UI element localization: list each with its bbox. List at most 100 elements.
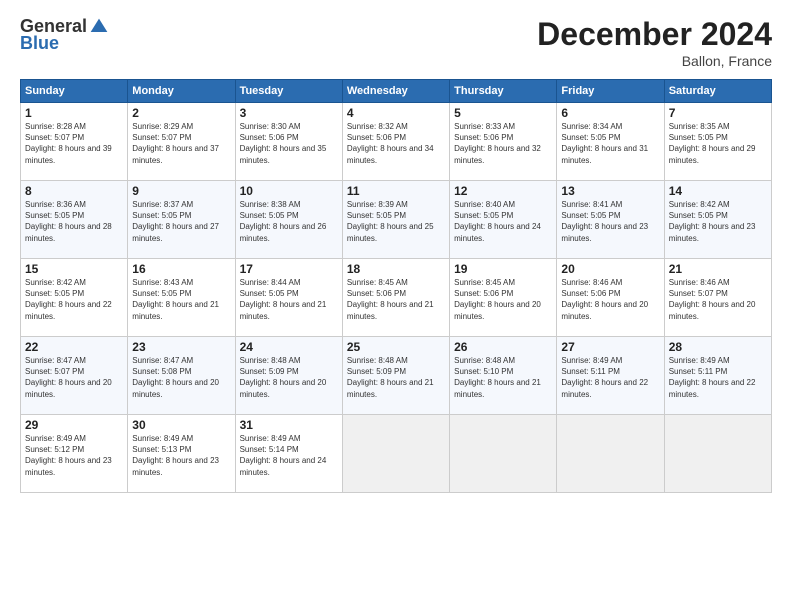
table-row: 12Sunrise: 8:40 AMSunset: 5:05 PMDayligh… (450, 181, 557, 259)
day-info: Sunrise: 8:48 AMSunset: 5:09 PMDaylight:… (240, 355, 338, 400)
day-info: Sunrise: 8:49 AMSunset: 5:11 PMDaylight:… (669, 355, 767, 400)
day-info: Sunrise: 8:42 AMSunset: 5:05 PMDaylight:… (25, 277, 123, 322)
day-info: Sunrise: 8:39 AMSunset: 5:05 PMDaylight:… (347, 199, 445, 244)
table-row: 30Sunrise: 8:49 AMSunset: 5:13 PMDayligh… (128, 415, 235, 493)
day-number: 1 (25, 106, 123, 120)
day-info: Sunrise: 8:36 AMSunset: 5:05 PMDaylight:… (25, 199, 123, 244)
header: General Blue December 2024 Ballon, Franc… (20, 16, 772, 69)
day-number: 17 (240, 262, 338, 276)
table-row: 8Sunrise: 8:36 AMSunset: 5:05 PMDaylight… (21, 181, 128, 259)
table-row: 2Sunrise: 8:29 AMSunset: 5:07 PMDaylight… (128, 103, 235, 181)
col-monday: Monday (128, 80, 235, 103)
table-row: 11Sunrise: 8:39 AMSunset: 5:05 PMDayligh… (342, 181, 449, 259)
day-info: Sunrise: 8:30 AMSunset: 5:06 PMDaylight:… (240, 121, 338, 166)
table-row: 17Sunrise: 8:44 AMSunset: 5:05 PMDayligh… (235, 259, 342, 337)
day-info: Sunrise: 8:44 AMSunset: 5:05 PMDaylight:… (240, 277, 338, 322)
table-row (664, 415, 771, 493)
table-row: 3Sunrise: 8:30 AMSunset: 5:06 PMDaylight… (235, 103, 342, 181)
day-info: Sunrise: 8:42 AMSunset: 5:05 PMDaylight:… (669, 199, 767, 244)
day-info: Sunrise: 8:47 AMSunset: 5:08 PMDaylight:… (132, 355, 230, 400)
table-row: 5Sunrise: 8:33 AMSunset: 5:06 PMDaylight… (450, 103, 557, 181)
table-row: 22Sunrise: 8:47 AMSunset: 5:07 PMDayligh… (21, 337, 128, 415)
table-row: 1Sunrise: 8:28 AMSunset: 5:07 PMDaylight… (21, 103, 128, 181)
day-number: 19 (454, 262, 552, 276)
day-info: Sunrise: 8:33 AMSunset: 5:06 PMDaylight:… (454, 121, 552, 166)
day-number: 28 (669, 340, 767, 354)
day-info: Sunrise: 8:49 AMSunset: 5:11 PMDaylight:… (561, 355, 659, 400)
day-info: Sunrise: 8:48 AMSunset: 5:10 PMDaylight:… (454, 355, 552, 400)
table-row: 19Sunrise: 8:45 AMSunset: 5:06 PMDayligh… (450, 259, 557, 337)
table-row: 20Sunrise: 8:46 AMSunset: 5:06 PMDayligh… (557, 259, 664, 337)
day-number: 25 (347, 340, 445, 354)
col-friday: Friday (557, 80, 664, 103)
location: Ballon, France (537, 53, 772, 69)
table-row: 24Sunrise: 8:48 AMSunset: 5:09 PMDayligh… (235, 337, 342, 415)
table-row: 9Sunrise: 8:37 AMSunset: 5:05 PMDaylight… (128, 181, 235, 259)
table-row: 7Sunrise: 8:35 AMSunset: 5:05 PMDaylight… (664, 103, 771, 181)
table-row: 23Sunrise: 8:47 AMSunset: 5:08 PMDayligh… (128, 337, 235, 415)
table-row: 27Sunrise: 8:49 AMSunset: 5:11 PMDayligh… (557, 337, 664, 415)
table-row: 28Sunrise: 8:49 AMSunset: 5:11 PMDayligh… (664, 337, 771, 415)
table-row: 10Sunrise: 8:38 AMSunset: 5:05 PMDayligh… (235, 181, 342, 259)
day-number: 31 (240, 418, 338, 432)
day-number: 30 (132, 418, 230, 432)
calendar-row: 29Sunrise: 8:49 AMSunset: 5:12 PMDayligh… (21, 415, 772, 493)
day-info: Sunrise: 8:43 AMSunset: 5:05 PMDaylight:… (132, 277, 230, 322)
day-number: 15 (25, 262, 123, 276)
day-number: 16 (132, 262, 230, 276)
logo-blue: Blue (20, 33, 59, 54)
day-number: 24 (240, 340, 338, 354)
col-sunday: Sunday (21, 80, 128, 103)
table-row: 13Sunrise: 8:41 AMSunset: 5:05 PMDayligh… (557, 181, 664, 259)
day-info: Sunrise: 8:47 AMSunset: 5:07 PMDaylight:… (25, 355, 123, 400)
table-row: 15Sunrise: 8:42 AMSunset: 5:05 PMDayligh… (21, 259, 128, 337)
day-number: 5 (454, 106, 552, 120)
day-number: 14 (669, 184, 767, 198)
table-row: 21Sunrise: 8:46 AMSunset: 5:07 PMDayligh… (664, 259, 771, 337)
day-number: 29 (25, 418, 123, 432)
page: General Blue December 2024 Ballon, Franc… (0, 0, 792, 612)
day-info: Sunrise: 8:45 AMSunset: 5:06 PMDaylight:… (454, 277, 552, 322)
calendar-row: 15Sunrise: 8:42 AMSunset: 5:05 PMDayligh… (21, 259, 772, 337)
day-number: 10 (240, 184, 338, 198)
calendar-row: 1Sunrise: 8:28 AMSunset: 5:07 PMDaylight… (21, 103, 772, 181)
calendar-row: 8Sunrise: 8:36 AMSunset: 5:05 PMDaylight… (21, 181, 772, 259)
day-info: Sunrise: 8:49 AMSunset: 5:14 PMDaylight:… (240, 433, 338, 478)
col-thursday: Thursday (450, 80, 557, 103)
day-info: Sunrise: 8:46 AMSunset: 5:07 PMDaylight:… (669, 277, 767, 322)
day-number: 22 (25, 340, 123, 354)
day-info: Sunrise: 8:46 AMSunset: 5:06 PMDaylight:… (561, 277, 659, 322)
day-info: Sunrise: 8:37 AMSunset: 5:05 PMDaylight:… (132, 199, 230, 244)
day-number: 8 (25, 184, 123, 198)
day-number: 21 (669, 262, 767, 276)
day-number: 23 (132, 340, 230, 354)
logo-icon (89, 17, 109, 37)
day-info: Sunrise: 8:38 AMSunset: 5:05 PMDaylight:… (240, 199, 338, 244)
table-row (557, 415, 664, 493)
day-number: 20 (561, 262, 659, 276)
col-wednesday: Wednesday (342, 80, 449, 103)
day-number: 3 (240, 106, 338, 120)
day-info: Sunrise: 8:32 AMSunset: 5:06 PMDaylight:… (347, 121, 445, 166)
calendar-row: 22Sunrise: 8:47 AMSunset: 5:07 PMDayligh… (21, 337, 772, 415)
day-number: 13 (561, 184, 659, 198)
table-row: 29Sunrise: 8:49 AMSunset: 5:12 PMDayligh… (21, 415, 128, 493)
col-saturday: Saturday (664, 80, 771, 103)
table-row: 6Sunrise: 8:34 AMSunset: 5:05 PMDaylight… (557, 103, 664, 181)
day-info: Sunrise: 8:29 AMSunset: 5:07 PMDaylight:… (132, 121, 230, 166)
day-number: 12 (454, 184, 552, 198)
day-number: 26 (454, 340, 552, 354)
table-row: 25Sunrise: 8:48 AMSunset: 5:09 PMDayligh… (342, 337, 449, 415)
day-number: 4 (347, 106, 445, 120)
day-info: Sunrise: 8:40 AMSunset: 5:05 PMDaylight:… (454, 199, 552, 244)
table-row: 4Sunrise: 8:32 AMSunset: 5:06 PMDaylight… (342, 103, 449, 181)
table-row: 31Sunrise: 8:49 AMSunset: 5:14 PMDayligh… (235, 415, 342, 493)
table-row (450, 415, 557, 493)
table-row: 14Sunrise: 8:42 AMSunset: 5:05 PMDayligh… (664, 181, 771, 259)
calendar-header-row: Sunday Monday Tuesday Wednesday Thursday… (21, 80, 772, 103)
day-number: 9 (132, 184, 230, 198)
table-row: 16Sunrise: 8:43 AMSunset: 5:05 PMDayligh… (128, 259, 235, 337)
day-info: Sunrise: 8:45 AMSunset: 5:06 PMDaylight:… (347, 277, 445, 322)
day-info: Sunrise: 8:41 AMSunset: 5:05 PMDaylight:… (561, 199, 659, 244)
table-row: 18Sunrise: 8:45 AMSunset: 5:06 PMDayligh… (342, 259, 449, 337)
